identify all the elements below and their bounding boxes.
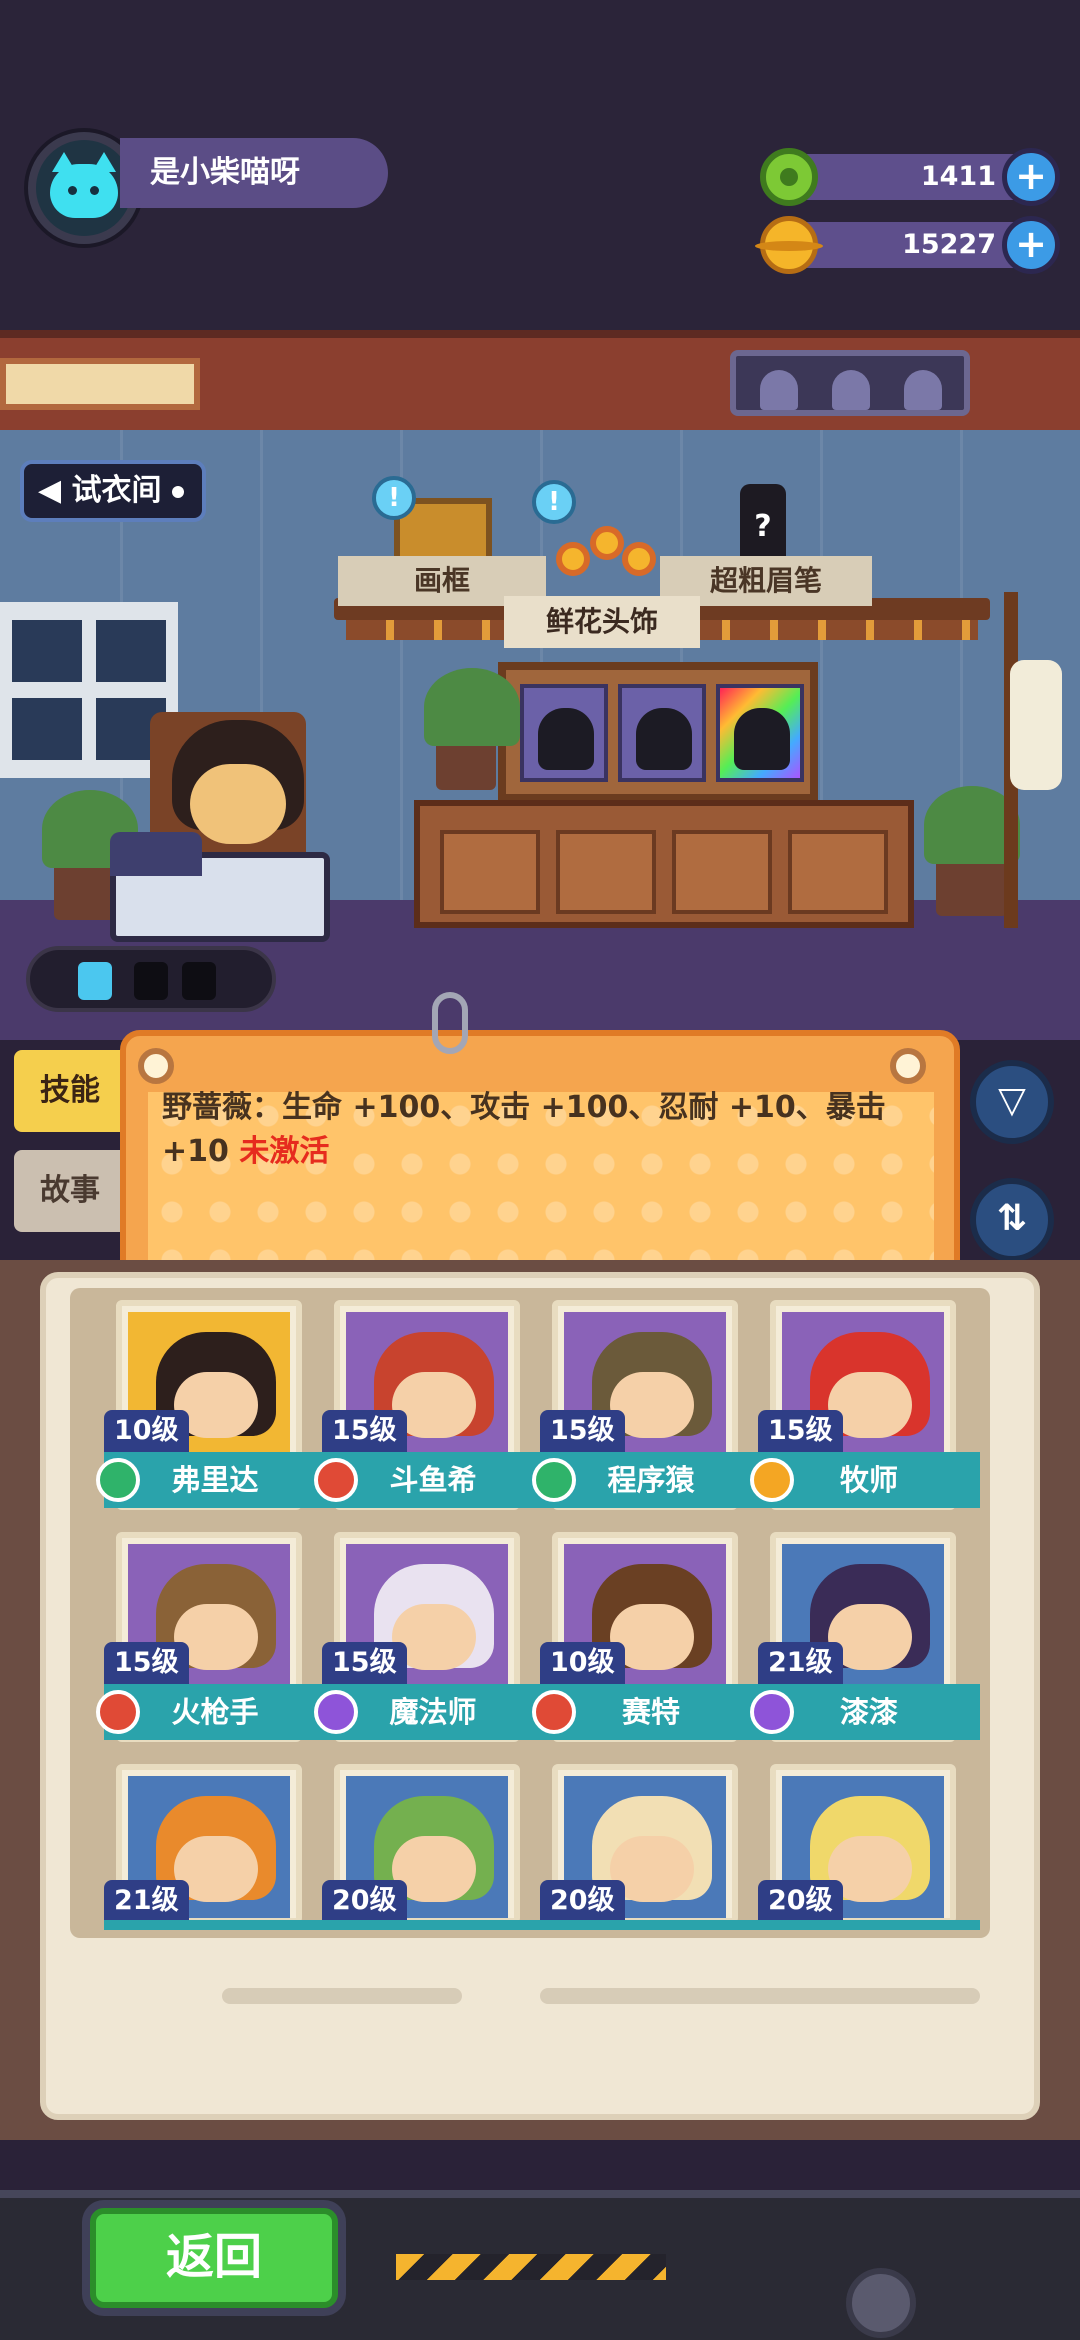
tab-skill[interactable]: 技能 [14,1050,124,1132]
name-ribbon [104,1920,326,1930]
class-badge-icon [532,1690,576,1734]
alert-bubble-icon[interactable]: ! [532,480,576,524]
add-coin-currency-button[interactable]: + [1002,216,1060,274]
pin-icon [890,1048,926,1084]
class-badge-icon [96,1690,140,1734]
class-badge-icon [314,1458,358,1502]
name-ribbon [540,1920,762,1930]
ghost-icon [832,370,870,410]
character-level: 15级 [104,1642,189,1684]
potted-plant [424,668,520,790]
class-badge-icon [532,1458,576,1502]
top-shelf [0,330,1080,430]
character-level: 21级 [758,1642,843,1684]
name-ribbon [758,1920,980,1930]
ghost-icon [760,370,798,410]
currency-ring-value: 1411 [920,161,996,192]
blurred-text [222,1988,462,2004]
sort-button[interactable]: ⇅ [970,1178,1054,1262]
character-level: 20级 [540,1880,625,1922]
alert-bubble-icon[interactable]: ! [372,476,416,520]
character-level: 20级 [322,1880,407,1922]
outfit-slot[interactable] [716,684,804,782]
character-level: 21级 [104,1880,189,1922]
character-level: 15级 [758,1410,843,1452]
fitting-room-label: 试衣间 [71,473,162,508]
name-ribbon [322,1920,544,1930]
hanging-cloth [1010,660,1062,790]
skill-description: 野蔷薇：生命 +100、攻击 +100、忍耐 +10、暴击 +10 未激活 [162,1086,902,1174]
character-level: 20级 [758,1880,843,1922]
sort-icon: ⇅ [996,1198,1028,1239]
filter-button[interactable]: ▽ [970,1060,1054,1144]
ghost-icon [904,370,942,410]
ghost-display [730,350,970,416]
pin-icon [138,1048,174,1084]
desk [414,800,914,928]
back-button[interactable]: 返回 [90,2208,338,2308]
character-level: 15级 [540,1410,625,1452]
character-level: 15级 [322,1642,407,1684]
character-level: 10级 [104,1410,189,1452]
class-badge-icon [750,1690,794,1734]
skill-status: 未激活 [239,1134,330,1169]
potted-plant [924,786,1020,916]
outfit-slot[interactable] [618,684,706,782]
vent-decoration [0,358,200,410]
outfit-slot[interactable] [520,684,608,782]
energy-bar [26,946,276,1012]
filter-icon: ▽ [998,1080,1026,1121]
cat-face-icon [50,152,118,218]
energy-icon [78,962,112,1000]
class-badge-icon [750,1458,794,1502]
tab-flower-headwear[interactable]: 鲜花头饰 [504,596,700,648]
currency-coin-value: 15227 [902,229,996,260]
knob-decoration [846,2268,916,2338]
paperclip-icon [432,992,468,1054]
green-ring-currency-icon [760,148,818,206]
gold-planet-coin-icon [755,216,823,274]
blurred-text [540,1988,980,2004]
currency-ring: 1411 + [760,148,1060,206]
currency-coin: 15227 + [755,216,1060,274]
flower-headwear-item[interactable] [556,526,660,586]
sewing-machine [110,832,330,942]
hazard-stripe [396,2254,666,2280]
add-ring-currency-button[interactable]: + [1002,148,1060,206]
class-badge-icon [314,1690,358,1734]
character-level: 10级 [540,1642,625,1684]
character-level: 15级 [322,1410,407,1452]
outfit-cabinet [498,662,818,802]
tab-story[interactable]: 故事 [14,1150,124,1232]
player-name: 是小柴喵呀 [120,138,388,208]
class-badge-icon [96,1458,140,1502]
fitting-room-tag[interactable]: ◀ 试衣间 [20,460,206,522]
